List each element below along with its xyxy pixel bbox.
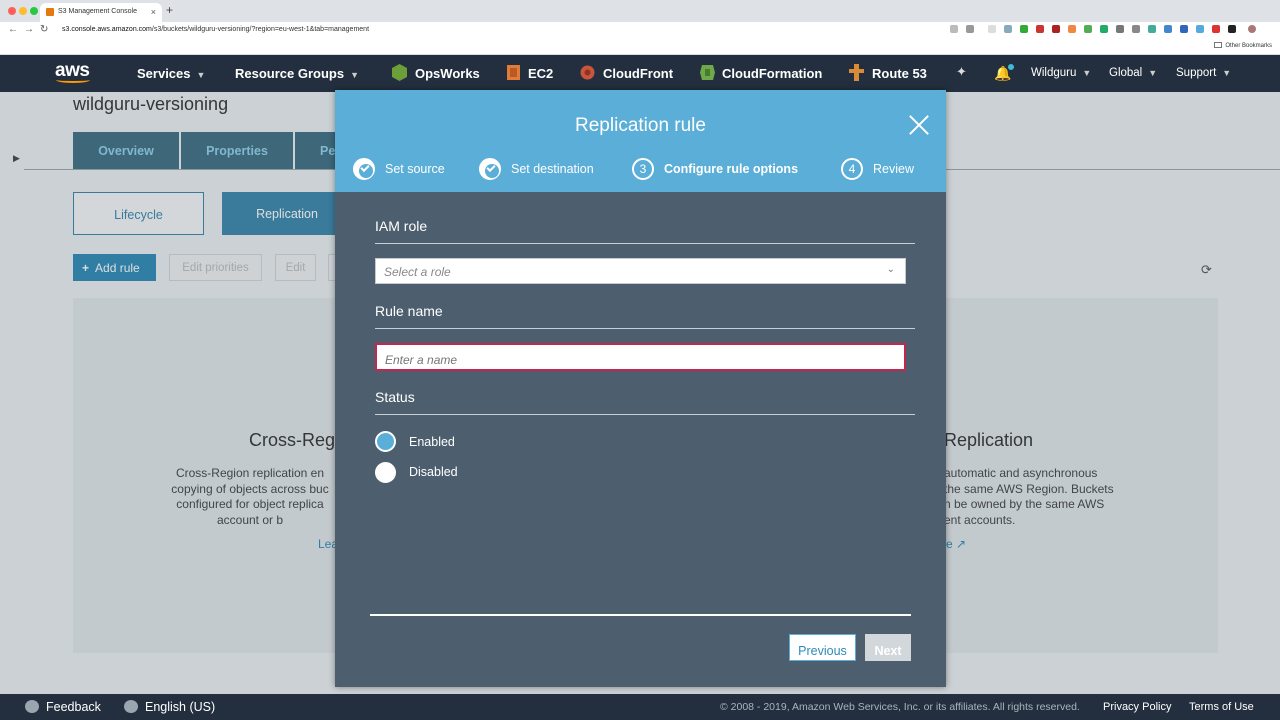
extension-icon[interactable]: [1180, 25, 1188, 33]
aws-top-nav: aws Services ▼ Resource Groups ▼ OpsWorks …: [0, 55, 1280, 92]
shortcut-route53[interactable]: Route 53: [872, 66, 927, 81]
status-disabled-label[interactable]: Disabled: [409, 465, 458, 479]
aws-smile-icon: [56, 77, 90, 83]
iam-role-label: IAM role: [375, 218, 428, 234]
shortcut-ec2[interactable]: EC2: [528, 66, 553, 81]
section-divider: [375, 243, 915, 244]
browser-tab[interactable]: S3 Management Console ×: [40, 3, 162, 22]
resource-groups-menu[interactable]: Resource Groups ▼: [235, 66, 359, 81]
ec2-icon: [507, 65, 520, 80]
extension-icon[interactable]: [1196, 25, 1204, 33]
step-set-source[interactable]: Set source: [353, 158, 463, 180]
replication-rule-modal: Replication rule Set source Set destinat…: [335, 90, 946, 687]
modal-title: Replication rule: [575, 115, 706, 136]
address-bar: ← → ↻ s3.console.aws.amazon.com/s3/bucke…: [0, 22, 1280, 38]
previous-button[interactable]: Previous: [789, 634, 856, 661]
zoom-icon[interactable]: [950, 25, 958, 33]
copyright-text: © 2008 - 2019, Amazon Web Services, Inc.…: [720, 701, 1080, 713]
modal-header: Replication rule Set source Set destinat…: [335, 90, 946, 192]
next-button[interactable]: Next: [865, 634, 911, 661]
section-divider: [375, 328, 915, 329]
step-set-destination[interactable]: Set destination: [479, 158, 619, 180]
console-footer: Feedback English (US) © 2008 - 2019, Ama…: [0, 694, 1280, 720]
notification-badge: [1008, 64, 1014, 70]
shortcut-cloudfront[interactable]: CloudFront: [603, 66, 673, 81]
extension-icon[interactable]: [1020, 25, 1028, 33]
extension-icons: [950, 25, 1260, 35]
extension-icon[interactable]: [1212, 25, 1220, 33]
check-circle-icon: [479, 158, 501, 180]
back-icon[interactable]: ←: [8, 24, 18, 35]
chevron-down-icon: ▼: [350, 70, 360, 80]
extension-icon[interactable]: [1148, 25, 1156, 33]
url-field[interactable]: s3.console.aws.amazon.com/s3/buckets/wil…: [62, 26, 369, 33]
other-bookmarks[interactable]: Other Bookmarks: [1214, 42, 1272, 49]
extension-icon[interactable]: [1068, 25, 1076, 33]
pin-icon[interactable]: ✦: [956, 64, 967, 80]
forward-icon[interactable]: →: [24, 24, 34, 35]
extension-icon[interactable]: [1100, 25, 1108, 33]
account-menu[interactable]: Wildguru ▼: [1031, 67, 1091, 79]
chevron-down-icon: ▼: [196, 70, 206, 80]
modal-footer-divider: [370, 614, 911, 616]
extension-icon[interactable]: [1036, 25, 1044, 33]
section-divider: [375, 414, 915, 415]
window-minimize-dot[interactable]: [19, 7, 27, 15]
extension-icon[interactable]: [1116, 25, 1124, 33]
cloudfront-icon: [580, 65, 595, 80]
chevron-down-icon: ▼: [1222, 68, 1232, 78]
window-close-dot[interactable]: [8, 7, 16, 15]
status-enabled-label[interactable]: Enabled: [409, 435, 455, 449]
status-enabled-radio[interactable]: [375, 431, 396, 452]
window-zoom-dot[interactable]: [30, 7, 38, 15]
cloudformation-icon: [700, 65, 715, 80]
close-icon[interactable]: [908, 114, 930, 136]
chevron-down-icon: ⌄: [886, 264, 895, 275]
extension-icon[interactable]: [1084, 25, 1092, 33]
shortcut-opsworks[interactable]: OpsWorks: [415, 66, 480, 81]
step-number-circle: 3: [632, 158, 654, 180]
step-number-circle: 4: [841, 158, 863, 180]
rule-name-label: Rule name: [375, 303, 443, 319]
browser-tab-bar: S3 Management Console × +: [0, 0, 1280, 22]
privacy-policy-link[interactable]: Privacy Policy: [1103, 701, 1171, 713]
status-label: Status: [375, 389, 415, 405]
reload-icon[interactable]: ↻: [40, 24, 48, 35]
rule-name-input[interactable]: [375, 343, 906, 371]
region-menu[interactable]: Global ▼: [1109, 67, 1157, 79]
chevron-down-icon: ▼: [1082, 68, 1092, 78]
language-selector[interactable]: English (US): [124, 700, 215, 714]
check-circle-icon: [353, 158, 375, 180]
feedback-link[interactable]: Feedback: [25, 700, 101, 714]
services-menu[interactable]: Services ▼: [137, 66, 205, 81]
bookmarks-bar: Other Bookmarks: [0, 38, 1280, 55]
route53-icon: [849, 64, 864, 81]
opsworks-icon: [392, 64, 407, 81]
browser-tab-title: S3 Management Console: [58, 8, 137, 15]
terms-of-use-link[interactable]: Terms of Use: [1189, 701, 1254, 713]
profile-avatar-icon[interactable]: [1248, 25, 1256, 33]
status-disabled-radio[interactable]: [375, 462, 396, 483]
aws-favicon-icon: [46, 8, 54, 16]
extension-icon[interactable]: [988, 25, 996, 33]
chevron-down-icon: ▼: [1148, 68, 1158, 78]
folder-icon: [1214, 42, 1223, 48]
extension-icon[interactable]: [1164, 25, 1172, 33]
new-tab-icon[interactable]: +: [166, 3, 173, 17]
iam-role-select[interactable]: Select a role ⌄: [375, 258, 906, 284]
tab-close-icon[interactable]: ×: [151, 7, 156, 17]
extension-icon[interactable]: [1052, 25, 1060, 33]
star-icon[interactable]: [966, 25, 974, 33]
step-configure-rule-options[interactable]: 3 Configure rule options: [632, 158, 812, 180]
globe-icon: [124, 700, 138, 713]
extension-icon[interactable]: [1228, 25, 1236, 33]
step-review[interactable]: 4 Review: [841, 158, 931, 180]
extension-icon[interactable]: [1004, 25, 1012, 33]
shortcut-cloudformation[interactable]: CloudFormation: [722, 66, 822, 81]
extension-icon[interactable]: [1132, 25, 1140, 33]
support-menu[interactable]: Support ▼: [1176, 67, 1231, 79]
speech-bubble-icon: [25, 700, 39, 713]
